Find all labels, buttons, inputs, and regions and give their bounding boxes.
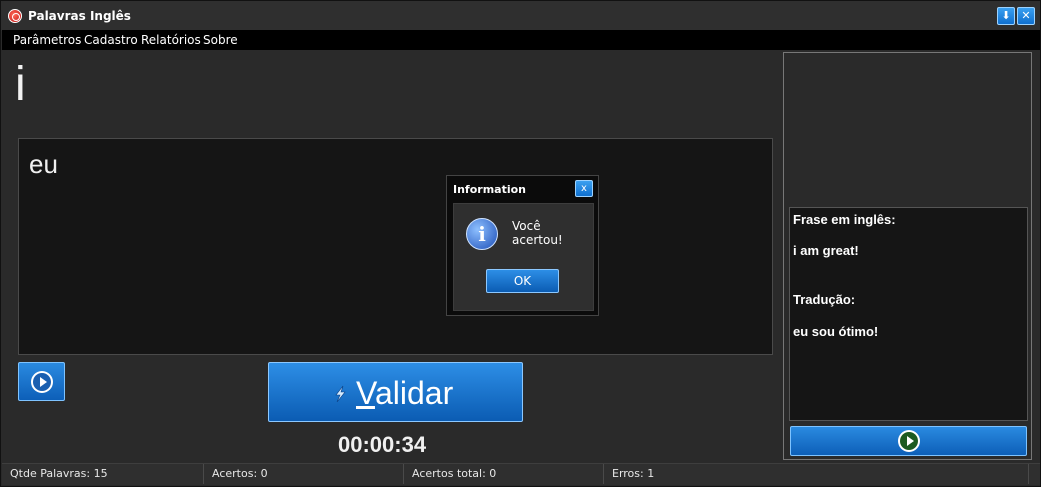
menu-parametros[interactable]: Parâmetros	[13, 33, 81, 47]
phrase-label: Frase em inglês:	[793, 212, 896, 227]
timer: 00:00:34	[338, 432, 427, 457]
dialog-message: Você acertou!	[512, 219, 563, 247]
minimize-icon: ⬇	[1001, 9, 1011, 22]
ok-button[interactable]: OK	[486, 269, 559, 293]
translation-label: Tradução:	[793, 292, 856, 307]
status-errors: Erros: 1	[604, 464, 1029, 484]
dialog-body: i Você acertou! OK	[453, 203, 594, 311]
title-bar[interactable]: Palavras Inglês ⬇ ✕	[1, 1, 1040, 31]
dialog-close-button[interactable]: x	[575, 180, 593, 197]
menu-relatorios[interactable]: Relatórios	[141, 33, 201, 47]
close-icon: x	[581, 183, 587, 194]
validate-label: Validar	[356, 375, 454, 411]
lightning-icon	[335, 385, 346, 403]
validate-button[interactable]: Validar	[268, 362, 523, 422]
play-icon	[898, 430, 920, 452]
close-button[interactable]: ✕	[1017, 7, 1035, 25]
status-word-count: Qtde Palavras: 15	[2, 464, 204, 484]
side-panel: Frase em inglês: i am great! Tradução: e…	[783, 52, 1032, 460]
window-title: Palavras Inglês	[28, 9, 131, 23]
play-icon	[31, 371, 53, 393]
play-audio-button[interactable]	[18, 362, 65, 401]
answer-input[interactable]: eu	[18, 138, 773, 355]
info-icon: i	[466, 218, 498, 250]
close-icon: ✕	[1021, 9, 1031, 22]
status-bar: Qtde Palavras: 15 Acertos: 0 Acertos tot…	[2, 463, 1040, 485]
answer-text: eu	[29, 149, 58, 179]
play-phrase-button[interactable]	[790, 426, 1027, 456]
dialog-title: Information	[453, 183, 526, 196]
menu-sobre[interactable]: Sobre	[203, 33, 238, 47]
phrase-text: i am great!	[793, 243, 859, 258]
menu-cadastro[interactable]: Cadastro	[84, 33, 138, 47]
status-correct: Acertos: 0	[204, 464, 404, 484]
translation-text: eu sou ótimo!	[793, 324, 879, 339]
english-word: i	[15, 58, 26, 111]
minimize-button[interactable]: ⬇	[997, 7, 1015, 25]
app-window: Palavras Inglês ⬇ ✕ Parâmetros Cadastro …	[0, 0, 1041, 487]
menu-bar: Parâmetros Cadastro Relatórios Sobre	[2, 30, 1040, 50]
phrase-box: Frase em inglês: i am great! Tradução: e…	[789, 207, 1028, 421]
information-dialog: Information x i Você acertou! OK	[446, 175, 599, 316]
app-logo-icon	[8, 9, 22, 23]
status-total-correct: Acertos total: 0	[404, 464, 604, 484]
